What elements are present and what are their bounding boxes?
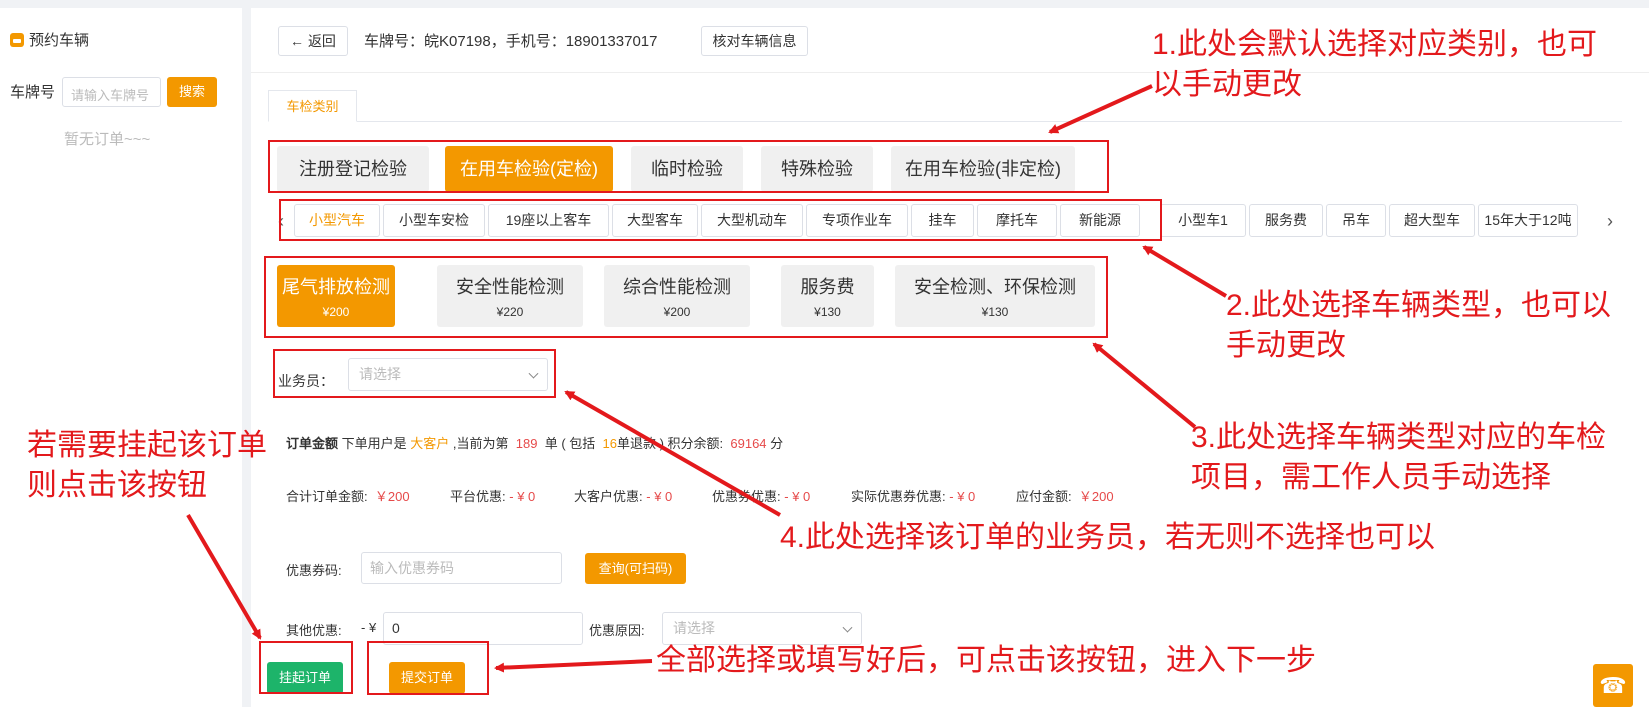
vehicle-type-tab[interactable]: 大型客车 <box>612 204 698 237</box>
verify-vehicle-button[interactable]: 核对车辆信息 <box>701 26 808 56</box>
summary-actual-coupon-discount: 实际优惠券优惠: - ¥ 0 <box>851 489 976 504</box>
hang-order-button[interactable]: 挂起订单 <box>267 662 343 694</box>
category-temporary[interactable]: 临时检验 <box>631 146 743 192</box>
coupon-label: 优惠券码: <box>286 563 342 578</box>
category-non-periodic[interactable]: 在用车检验(非定检) <box>891 146 1075 192</box>
inspection-item[interactable]: 安全检测、环保检测 ¥130 <box>895 265 1095 327</box>
annotation-5: 若需要挂起该订单 则点击该按钮 <box>27 429 267 502</box>
inspection-item[interactable]: 服务费 ¥130 <box>781 265 874 327</box>
vehicle-type-tab[interactable]: 吊车 <box>1326 204 1386 237</box>
scroll-left-icon[interactable]: ‹ <box>278 211 284 232</box>
annotation-6: 全部选择或填写好后，可点击该按钮，进入下一步 <box>656 644 1316 677</box>
other-discount-input[interactable]: 0 <box>383 612 583 645</box>
vehicle-type-tab[interactable]: 15年大于12吨 <box>1478 204 1578 237</box>
plate-search-input[interactable]: 请输入车牌号 <box>62 77 161 107</box>
salesman-select[interactable]: 请选择 <box>348 358 548 391</box>
annotation-2: 2.此处选择车辆类型，也可以 手动更改 <box>1226 289 1612 362</box>
discount-reason-label: 优惠原因: <box>589 623 645 638</box>
inspection-item[interactable]: 安全性能检测 ¥220 <box>437 265 583 327</box>
other-discount-label: 其他优惠: <box>286 623 342 638</box>
category-periodic[interactable]: 在用车检验(定检) <box>445 146 613 192</box>
annotation-3: 3.此处选择车辆类型对应的车检 项目，需工作人员手动选择 <box>1191 421 1607 494</box>
submit-order-button[interactable]: 提交订单 <box>389 662 465 694</box>
summary-platform-discount: 平台优惠: - ¥ 0 <box>450 489 536 504</box>
plate-label: 车牌号 <box>10 84 56 101</box>
vehicle-type-tab[interactable]: 19座以上客车 <box>488 204 609 237</box>
booking-sidebar: 预约车辆 车牌号 请输入车牌号 搜索 暂无订单~~~ <box>0 8 242 707</box>
phone-icon[interactable]: ☎ <box>1593 664 1633 707</box>
annotation-1: 1.此处会默认选择对应类别，也可 以手动更改 <box>1152 28 1598 101</box>
category-registration[interactable]: 注册登记检验 <box>277 146 429 192</box>
sidebar-title-text: 预约车辆 <box>29 32 90 49</box>
search-button[interactable]: 搜索 <box>167 77 217 107</box>
summary-total: 合计订单金额: ￥200 <box>286 489 410 504</box>
vehicle-type-tab[interactable]: 小型车1 <box>1160 204 1246 237</box>
coupon-input[interactable]: 输入优惠券码 <box>361 552 562 584</box>
summary-payable: 应付金额: ￥200 <box>1016 489 1114 504</box>
vehicle-type-tab[interactable]: 挂车 <box>911 204 974 237</box>
sidebar-title: 预约车辆 <box>10 29 89 50</box>
vehicle-type-tab[interactable]: 大型机动车 <box>701 204 803 237</box>
tab-divider <box>268 121 1622 122</box>
vehicle-type-tab[interactable]: 小型汽车 <box>294 204 380 237</box>
order-amount-info: 订单金额 下单用户是 大客户 ,当前为第 189 单 ( 包括 16单退款 ) … <box>286 436 784 451</box>
empty-orders-text: 暂无订单~~~ <box>64 131 151 148</box>
vehicle-type-tab[interactable]: 超大型车 <box>1389 204 1475 237</box>
inspection-item[interactable]: 综合性能检测 ¥200 <box>604 265 750 327</box>
scroll-right-icon[interactable]: › <box>1607 211 1613 232</box>
vehicle-type-tab[interactable]: 新能源 <box>1060 204 1140 237</box>
category-special[interactable]: 特殊检验 <box>761 146 873 192</box>
back-button[interactable]: ← 返回 <box>278 26 348 56</box>
back-arrow-icon: ← <box>290 33 305 49</box>
vehicle-type-tab[interactable]: 摩托车 <box>977 204 1057 237</box>
vehicle-type-tab[interactable]: 小型车安检 <box>383 204 485 237</box>
vehicle-type-tab[interactable]: 服务费 <box>1249 204 1323 237</box>
coupon-query-button[interactable]: 查询(可扫码) <box>585 553 686 584</box>
annotation-4: 4.此处选择该订单的业务员，若无则不选择也可以 <box>780 521 1436 554</box>
plate-phone-info: 车牌号：皖K07198，手机号：18901337017 <box>364 33 658 50</box>
chevron-down-icon <box>842 622 853 633</box>
tab-inspection-category[interactable]: 车检类别 <box>268 90 357 122</box>
back-label: 返回 <box>307 33 336 49</box>
chevron-down-icon <box>528 368 539 379</box>
inspection-item[interactable]: 尾气排放检测 ¥200 <box>277 265 395 327</box>
summary-vip-discount: 大客户优惠: - ¥ 0 <box>574 489 673 504</box>
summary-coupon-discount: 优惠券优惠: - ¥ 0 <box>712 489 811 504</box>
car-icon <box>10 32 24 47</box>
vehicle-type-tab[interactable]: 专项作业车 <box>806 204 908 237</box>
other-discount-prefix: - ¥ <box>361 620 377 635</box>
salesman-label: 业务员： <box>278 373 334 389</box>
